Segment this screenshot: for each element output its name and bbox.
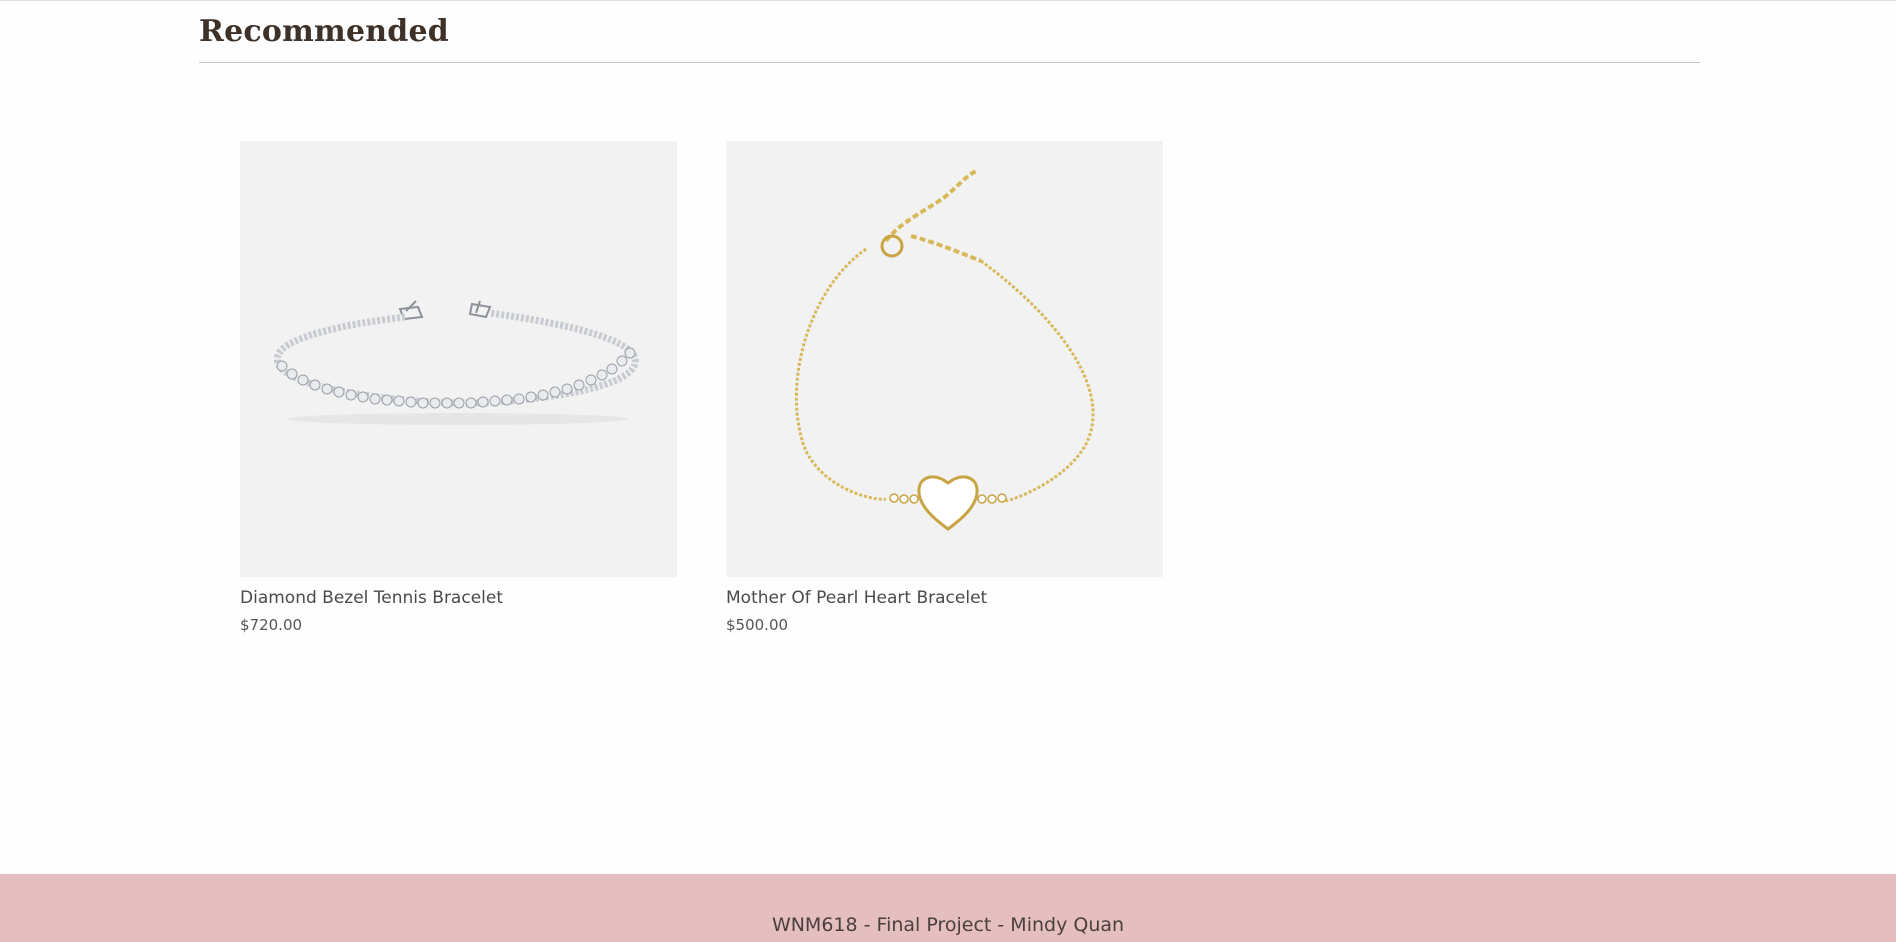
product-price: $500.00 bbox=[726, 616, 789, 634]
product-name[interactable]: Diamond Bezel Tennis Bracelet bbox=[240, 587, 677, 609]
product-card-tennis-bracelet[interactable]: Diamond Bezel Tennis Bracelet $720.00 bbox=[240, 141, 677, 635]
product-name[interactable]: Mother Of Pearl Heart Bracelet bbox=[726, 587, 1163, 609]
gold-heart-bracelet-image[interactable] bbox=[726, 141, 1163, 577]
footer-text: WNM618 - Final Project - Mindy Quan bbox=[771, 914, 1125, 936]
product-card-heart-bracelet[interactable]: Mother Of Pearl Heart Bracelet $500.00 bbox=[726, 141, 1163, 635]
product-price: $720.00 bbox=[240, 616, 303, 634]
section-title: Recommended bbox=[199, 14, 449, 49]
footer: WNM618 - Final Project - Mindy Quan bbox=[0, 874, 1896, 942]
silver-tennis-bracelet-image[interactable] bbox=[240, 141, 677, 577]
recommended-section-header: Recommended bbox=[199, 12, 1700, 63]
top-divider bbox=[0, 0, 1896, 1]
